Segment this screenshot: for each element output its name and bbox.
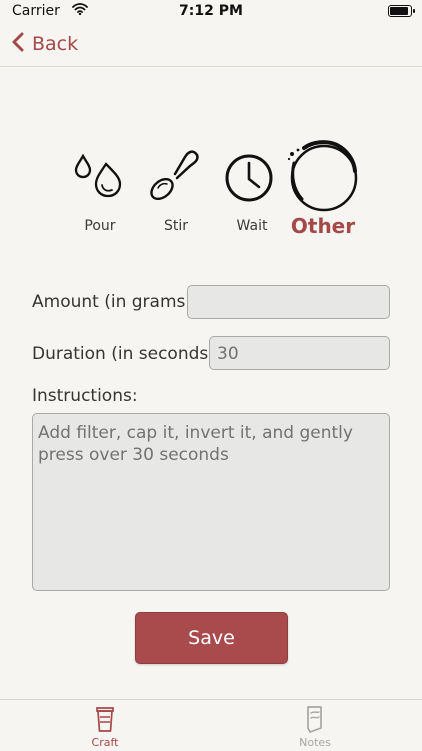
duration-value: 30 <box>217 344 239 364</box>
back-button[interactable]: Back <box>12 30 78 58</box>
coffee-cup-icon <box>96 707 114 732</box>
step-label-stir: Stir <box>163 218 189 234</box>
step-label-pour: Pour <box>84 218 116 234</box>
status-bar: Carrier 7:12 PM <box>0 0 422 22</box>
save-button[interactable]: Save <box>135 612 288 664</box>
tab-bar: Craft Notes <box>0 699 422 751</box>
step-type-stir[interactable]: Stir <box>148 142 204 240</box>
drops-icon <box>74 153 122 198</box>
back-label: Back <box>32 33 79 55</box>
step-type-other[interactable]: Other <box>286 140 360 240</box>
step-type-wait[interactable]: Wait <box>224 142 280 240</box>
coffee-ring-icon <box>287 140 358 212</box>
chevron-left-icon <box>12 32 24 57</box>
notes-icon <box>307 706 322 733</box>
tab-craft-label: Craft <box>91 736 119 749</box>
amount-field[interactable] <box>187 285 390 319</box>
tab-notes-label: Notes <box>299 736 331 749</box>
duration-label: Duration (in seconds): <box>32 344 221 364</box>
status-time: 7:12 PM <box>179 3 243 19</box>
tab-notes[interactable]: Notes <box>280 704 350 749</box>
battery-icon <box>388 5 415 17</box>
instructions-value: Add filter, cap it, invert it, and gentl… <box>38 423 353 465</box>
spoon-icon <box>150 150 199 201</box>
clock-icon <box>225 154 273 202</box>
instructions-textarea[interactable]: Add filter, cap it, invert it, and gentl… <box>32 413 390 591</box>
navigation-bar: Back <box>0 22 422 67</box>
step-label-other: Other <box>290 214 356 238</box>
amount-label: Amount (in grams): <box>32 292 198 312</box>
step-type-selector: Pour Stir Wait Other <box>70 140 370 240</box>
duration-field[interactable]: 30 <box>209 336 390 370</box>
tab-craft[interactable]: Craft <box>70 704 140 749</box>
instructions-label: Instructions: <box>32 386 138 406</box>
step-type-pour[interactable]: Pour <box>72 142 128 240</box>
